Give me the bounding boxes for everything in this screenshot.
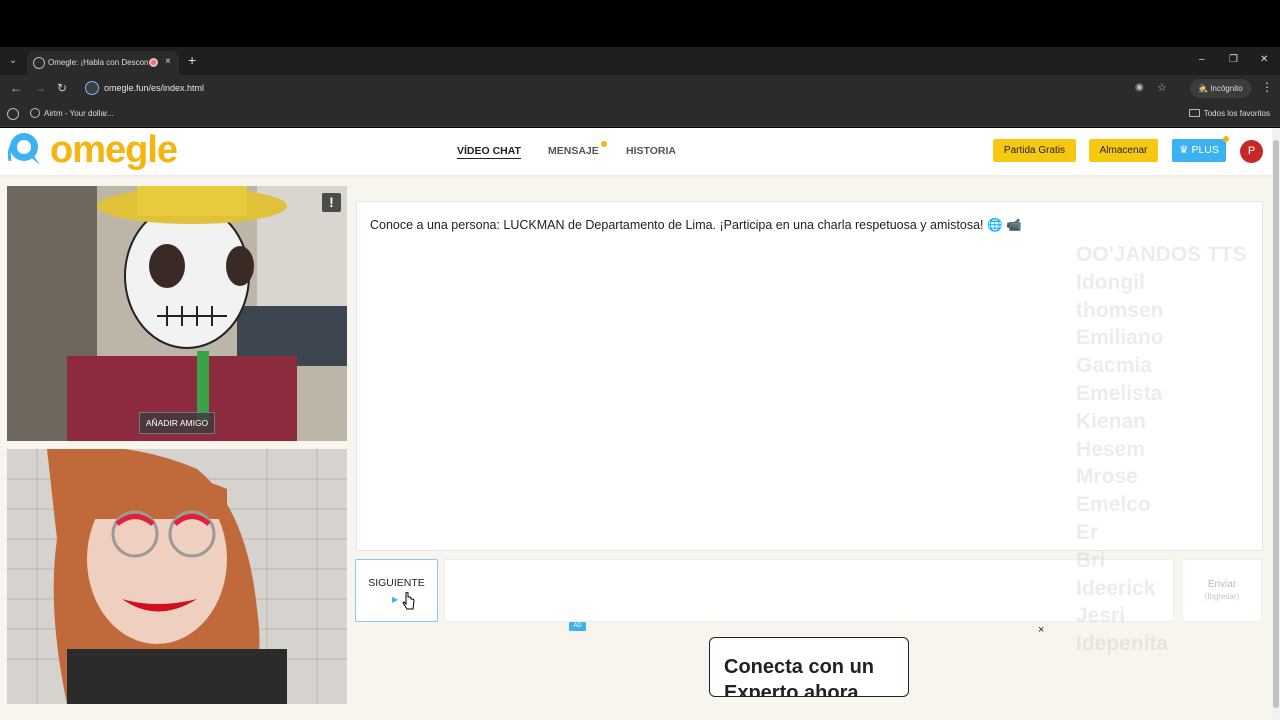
url-text[interactable]: omegle.fun/es/index.html	[104, 81, 204, 95]
tab-favicon-icon	[33, 57, 45, 69]
minimize-button[interactable]: –	[1199, 53, 1205, 67]
online-users-list: OO'JANDOS TTS Idongil thomsen Emiliano G…	[1076, 241, 1247, 658]
plus-notification-dot	[1223, 136, 1229, 142]
play-icon: ▶	[392, 595, 399, 604]
ad-banner[interactable]: Conecta con un Experto ahora	[709, 637, 909, 697]
site-header: omegle VÍDEO CHAT MENSAJE HISTORIA Parti…	[0, 128, 1272, 175]
stranger-video-frame	[7, 186, 347, 441]
eye-slash-icon[interactable]: ◉	[1135, 82, 1144, 93]
free-game-button[interactable]: Partida Gratis	[993, 139, 1076, 162]
tab-close-icon[interactable]: ×	[165, 55, 171, 69]
browser-tab[interactable]: Omegle: ¡Habla con Descon ×	[27, 51, 179, 75]
list-item: Er	[1076, 520, 1099, 544]
chat-intro-message: Conoce a una persona: LUCKMAN de Departa…	[370, 218, 1022, 232]
mouse-pointer-icon	[402, 592, 415, 610]
list-item: Hesem	[1076, 437, 1145, 461]
stranger-video: ! AÑADIR AMIGO	[7, 186, 347, 441]
next-button-label: SIGUIENTE	[368, 577, 425, 589]
all-bookmarks-label: Todos los favoritos	[1203, 109, 1270, 118]
ad-close-icon[interactable]: ×	[1038, 624, 1044, 636]
bookmark-airtm[interactable]: Airtm - Your dollar...	[30, 107, 114, 121]
plus-button[interactable]: ♛ PLUS	[1172, 139, 1226, 162]
list-item: Emiliano	[1076, 326, 1164, 350]
recording-indicator-icon	[149, 58, 158, 67]
globe-icon	[30, 108, 40, 118]
reload-icon[interactable]: ↻	[57, 80, 67, 96]
tab-title: Omegle: ¡Habla con Descon	[48, 58, 148, 67]
nav-video-chat[interactable]: VÍDEO CHAT	[457, 144, 521, 159]
list-item: Bri	[1076, 548, 1106, 572]
next-button[interactable]: SIGUIENTE ▶	[355, 559, 438, 622]
browser-menu-icon[interactable]: ⋮	[1261, 80, 1273, 94]
list-item: thomsen	[1076, 298, 1164, 322]
list-item: OO'JANDOS TTS	[1076, 243, 1247, 266]
bookmarks-bar: Airtm - Your dollar... Todos los favorit…	[0, 102, 1280, 127]
bookmark-label: Airtm - Your dollar...	[44, 109, 114, 118]
apps-icon[interactable]	[7, 108, 19, 120]
notification-dot	[601, 141, 607, 147]
ad-badge: AD	[569, 622, 586, 631]
message-input[interactable]	[444, 559, 1174, 622]
nav-mensaje[interactable]: MENSAJE	[548, 144, 599, 158]
list-item: Emelco	[1076, 493, 1151, 517]
avatar[interactable]: P	[1240, 140, 1263, 163]
list-item: Idongil	[1076, 270, 1145, 294]
list-item: Idepenita	[1076, 632, 1169, 656]
tab-search-chevron-icon[interactable]: ⌄	[5, 53, 21, 69]
list-item: Mrose	[1076, 465, 1138, 489]
close-window-button[interactable]: ✕	[1260, 53, 1268, 67]
nav-historia[interactable]: HISTORIA	[626, 144, 676, 158]
folder-icon	[1188, 109, 1200, 117]
list-item: Jesri	[1076, 604, 1126, 628]
page-scrollbar[interactable]	[1272, 128, 1280, 720]
self-video	[7, 449, 347, 704]
logo-chat-bubble-icon[interactable]	[6, 131, 46, 167]
self-video-frame	[7, 449, 347, 704]
back-arrow-icon[interactable]: ←	[10, 80, 22, 96]
store-button[interactable]: Almacenar	[1089, 139, 1158, 162]
forward-arrow-icon[interactable]: →	[34, 80, 46, 96]
list-item: Kienan	[1076, 409, 1147, 433]
maximize-button[interactable]: ❐	[1229, 53, 1238, 67]
new-tab-button[interactable]: +	[188, 51, 196, 69]
list-item: Gacmia	[1076, 354, 1152, 378]
ad-headline: Conecta con un Experto ahora	[724, 656, 875, 697]
list-item: Ideerick	[1076, 576, 1156, 600]
browser-toolbar: ← → ↻ omegle.fun/es/index.html	[0, 75, 1280, 102]
incognito-badge[interactable]: 🕵 Incógnito	[1190, 79, 1251, 98]
list-item: Emelista	[1076, 381, 1163, 405]
scrollbar-thumb[interactable]	[1273, 140, 1279, 708]
all-bookmarks[interactable]: Todos los favoritos	[1188, 107, 1270, 121]
page-viewport: omegle VÍDEO CHAT MENSAJE HISTORIA Parti…	[0, 128, 1272, 720]
incognito-label: Incógnito	[1210, 84, 1243, 93]
logo-text[interactable]: omegle	[50, 128, 178, 172]
add-friend-button[interactable]: AÑADIR AMIGO	[139, 412, 215, 434]
bookmark-star-icon[interactable]: ☆	[1157, 81, 1167, 94]
report-icon[interactable]: !	[322, 193, 341, 212]
screen-top-bar	[0, 0, 1280, 47]
address-bar[interactable]: omegle.fun/es/index.html	[80, 78, 1180, 99]
browser-tab-strip: ⌄ Omegle: ¡Habla con Descon × + – ❐ ✕	[0, 47, 1280, 75]
site-info-icon[interactable]	[85, 81, 99, 95]
